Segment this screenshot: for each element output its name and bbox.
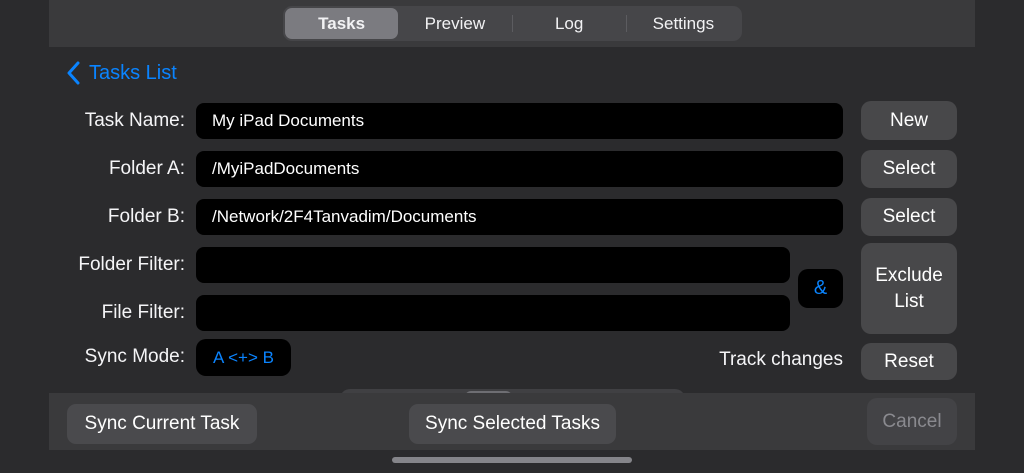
chevron-left-icon bbox=[66, 61, 80, 85]
main-tab-bar: Tasks Preview Log Settings bbox=[283, 6, 742, 41]
select-folder-a-button[interactable]: Select bbox=[861, 150, 957, 188]
home-indicator[interactable] bbox=[392, 457, 632, 463]
folder-b-label: Folder B: bbox=[0, 199, 185, 235]
folder-filter-input[interactable] bbox=[196, 247, 790, 283]
back-to-tasks-list-button[interactable]: Tasks List bbox=[66, 61, 177, 85]
bottom-toolbar: Sync Current Task Sync Selected Tasks Ca… bbox=[49, 393, 975, 450]
reset-button[interactable]: Reset bbox=[861, 343, 957, 380]
folder-a-label: Folder A: bbox=[0, 151, 185, 187]
tab-tasks[interactable]: Tasks bbox=[285, 8, 398, 39]
task-name-label: Task Name: bbox=[0, 103, 185, 139]
file-filter-input[interactable] bbox=[196, 295, 790, 331]
cancel-button[interactable]: Cancel bbox=[867, 398, 957, 445]
app-screen: Tasks Preview Log Settings Tasks List Ta… bbox=[0, 0, 1024, 473]
top-toolbar: Tasks Preview Log Settings bbox=[49, 0, 975, 47]
folder-a-input[interactable] bbox=[196, 151, 843, 187]
folder-filter-label: Folder Filter: bbox=[0, 247, 185, 283]
back-button-label: Tasks List bbox=[89, 62, 177, 85]
sync-mode-label: Sync Mode: bbox=[0, 339, 185, 375]
file-filter-label: File Filter: bbox=[0, 295, 185, 331]
tab-log[interactable]: Log bbox=[513, 8, 626, 39]
task-name-input[interactable] bbox=[196, 103, 843, 139]
sync-selected-tasks-button[interactable]: Sync Selected Tasks bbox=[409, 404, 616, 444]
exclude-list-button[interactable]: Exclude List bbox=[861, 243, 957, 334]
new-task-button[interactable]: New bbox=[861, 101, 957, 140]
track-changes-label[interactable]: Track changes bbox=[560, 349, 843, 371]
sync-current-task-button[interactable]: Sync Current Task bbox=[67, 404, 257, 444]
sync-mode-button[interactable]: A <+> B bbox=[196, 339, 291, 376]
tab-preview[interactable]: Preview bbox=[398, 8, 511, 39]
select-folder-b-button[interactable]: Select bbox=[861, 198, 957, 236]
filter-join-and-button[interactable]: & bbox=[798, 269, 843, 308]
folder-b-input[interactable] bbox=[196, 199, 843, 235]
tab-settings[interactable]: Settings bbox=[627, 8, 740, 39]
